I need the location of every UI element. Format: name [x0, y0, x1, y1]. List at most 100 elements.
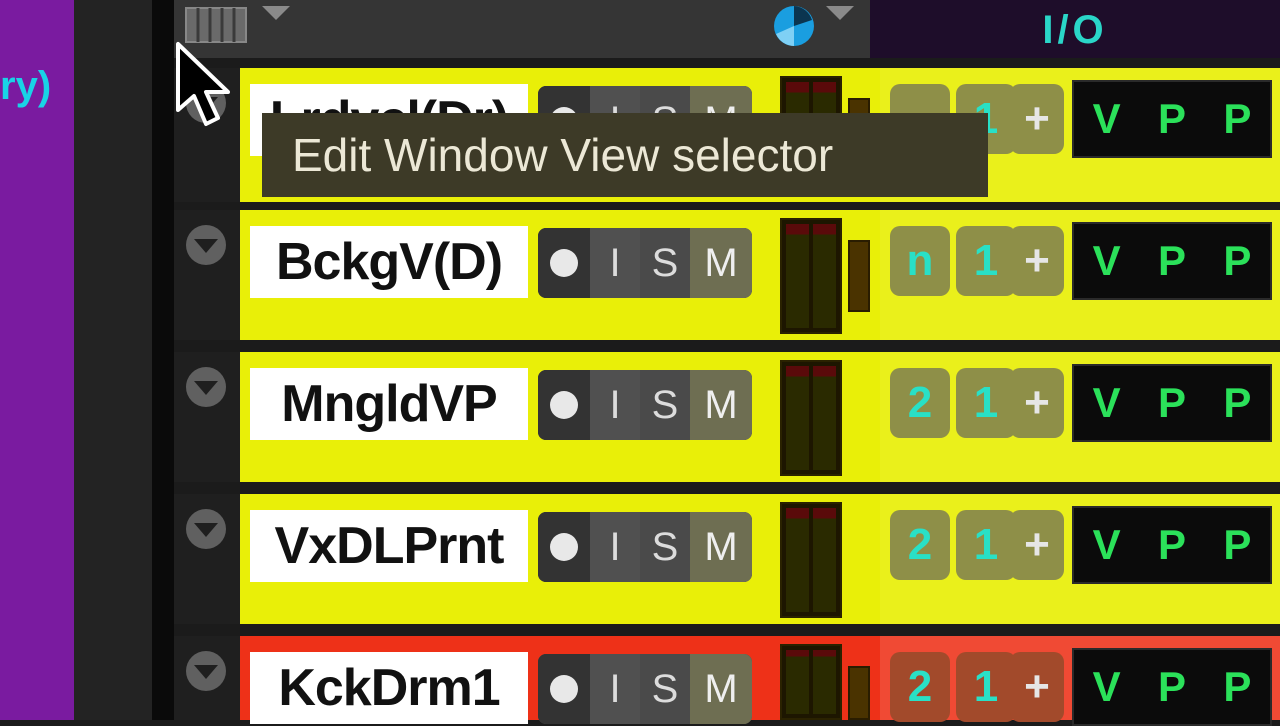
- io-column-header: I/O: [870, 0, 1280, 58]
- p-toggle-2[interactable]: P: [1223, 379, 1251, 427]
- track-left-margin: [174, 210, 240, 340]
- input-selector[interactable]: n: [890, 226, 950, 296]
- v-toggle[interactable]: V: [1093, 521, 1121, 569]
- p-toggle-1[interactable]: P: [1158, 95, 1186, 143]
- track-name[interactable]: VxDLPrnt: [250, 510, 528, 582]
- left-dark-column: [74, 0, 152, 720]
- meter-channel-left: [786, 650, 809, 714]
- color-dropdown-icon[interactable]: [826, 6, 854, 20]
- track-io-area: n 1 + V P P: [880, 210, 1280, 340]
- add-send-button[interactable]: +: [1010, 84, 1064, 154]
- track-buttons: I S M: [538, 654, 752, 724]
- vpp-panel: V P P: [1072, 80, 1272, 158]
- chevron-down-icon[interactable]: [183, 364, 229, 410]
- input-monitor-button[interactable]: I: [590, 654, 640, 724]
- track-left-margin: [174, 494, 240, 624]
- mute-button[interactable]: M: [690, 512, 752, 582]
- add-send-button[interactable]: +: [1010, 510, 1064, 580]
- level-meter: [780, 218, 842, 334]
- output-selector[interactable]: 1: [956, 368, 1016, 438]
- meter-channel-left: [786, 508, 809, 612]
- add-send-button[interactable]: +: [1010, 226, 1064, 296]
- vpp-panel: V P P: [1072, 364, 1272, 442]
- p-toggle-1[interactable]: P: [1158, 521, 1186, 569]
- track-color-icon[interactable]: [772, 4, 816, 48]
- track-row[interactable]: KckDrm1 I S M 2 1 + V P P: [174, 636, 1280, 726]
- p-toggle-2[interactable]: P: [1223, 237, 1251, 285]
- meter-channel-right: [813, 366, 836, 470]
- solo-button[interactable]: S: [640, 370, 690, 440]
- track-row[interactable]: BckgV(D) I S M n 1 + V P P: [174, 210, 1280, 340]
- output-selector[interactable]: 1: [956, 226, 1016, 296]
- level-meter: [780, 502, 842, 618]
- input-selector[interactable]: 2: [890, 510, 950, 580]
- tooltip: Edit Window View selector: [262, 113, 988, 197]
- add-send-button[interactable]: +: [1010, 652, 1064, 722]
- meter-peak: [848, 240, 870, 312]
- output-selector[interactable]: 1: [956, 510, 1016, 580]
- mute-button[interactable]: M: [690, 370, 752, 440]
- mute-button[interactable]: M: [690, 228, 752, 298]
- meter-channel-left: [786, 366, 809, 470]
- track-io-area: 2 1 + V P P: [880, 352, 1280, 482]
- p-toggle-1[interactable]: P: [1158, 663, 1186, 711]
- record-button[interactable]: [538, 228, 590, 298]
- meter-peak: [848, 666, 870, 720]
- solo-button[interactable]: S: [640, 228, 690, 298]
- chevron-down-icon[interactable]: [183, 648, 229, 694]
- io-label: I/O: [1042, 8, 1108, 52]
- level-meter: [780, 360, 842, 476]
- chevron-down-icon[interactable]: [183, 222, 229, 268]
- edit-window-header: [174, 0, 870, 58]
- partial-label: ry): [0, 64, 52, 108]
- v-toggle[interactable]: V: [1093, 379, 1121, 427]
- solo-button[interactable]: S: [640, 512, 690, 582]
- p-toggle-2[interactable]: P: [1223, 95, 1251, 143]
- p-toggle-1[interactable]: P: [1158, 379, 1186, 427]
- track-row[interactable]: MngldVP I S M 2 1 + V P P: [174, 352, 1280, 482]
- track-name[interactable]: MngldVP: [250, 368, 528, 440]
- left-purple-panel: ry): [0, 0, 74, 720]
- mouse-cursor-icon: [176, 42, 230, 126]
- v-toggle[interactable]: V: [1093, 237, 1121, 285]
- record-button[interactable]: [538, 370, 590, 440]
- record-icon: [550, 391, 578, 419]
- input-selector[interactable]: 2: [890, 368, 950, 438]
- track-buttons: I S M: [538, 228, 752, 298]
- track-name[interactable]: KckDrm1: [250, 652, 528, 724]
- p-toggle-2[interactable]: P: [1223, 521, 1251, 569]
- level-meter: [780, 644, 842, 720]
- track-left-margin: [174, 636, 240, 720]
- output-selector[interactable]: 1: [956, 652, 1016, 722]
- vpp-panel: V P P: [1072, 648, 1272, 726]
- chevron-down-icon[interactable]: [183, 506, 229, 552]
- view-dropdown-icon[interactable]: [262, 6, 290, 20]
- meter-channel-right: [813, 650, 836, 714]
- record-icon: [550, 533, 578, 561]
- input-selector[interactable]: 2: [890, 652, 950, 722]
- mute-button[interactable]: M: [690, 654, 752, 724]
- solo-button[interactable]: S: [640, 654, 690, 724]
- track-io-area: 2 1 + V P P: [880, 636, 1280, 726]
- meter-channel-right: [813, 224, 836, 328]
- p-toggle-1[interactable]: P: [1158, 237, 1186, 285]
- record-button[interactable]: [538, 512, 590, 582]
- input-monitor-button[interactable]: I: [590, 512, 640, 582]
- track-buttons: I S M: [538, 370, 752, 440]
- vpp-panel: V P P: [1072, 222, 1272, 300]
- vpp-panel: V P P: [1072, 506, 1272, 584]
- v-toggle[interactable]: V: [1093, 663, 1121, 711]
- input-monitor-button[interactable]: I: [590, 370, 640, 440]
- record-icon: [550, 675, 578, 703]
- record-icon: [550, 249, 578, 277]
- add-send-button[interactable]: +: [1010, 368, 1064, 438]
- column-separator: [152, 0, 174, 720]
- track-name[interactable]: BckgV(D): [250, 226, 528, 298]
- v-toggle[interactable]: V: [1093, 95, 1121, 143]
- input-monitor-button[interactable]: I: [590, 228, 640, 298]
- record-button[interactable]: [538, 654, 590, 724]
- track-row[interactable]: VxDLPrnt I S M 2 1 + V P P: [174, 494, 1280, 624]
- p-toggle-2[interactable]: P: [1223, 663, 1251, 711]
- track-buttons: I S M: [538, 512, 752, 582]
- meter-channel-right: [813, 508, 836, 612]
